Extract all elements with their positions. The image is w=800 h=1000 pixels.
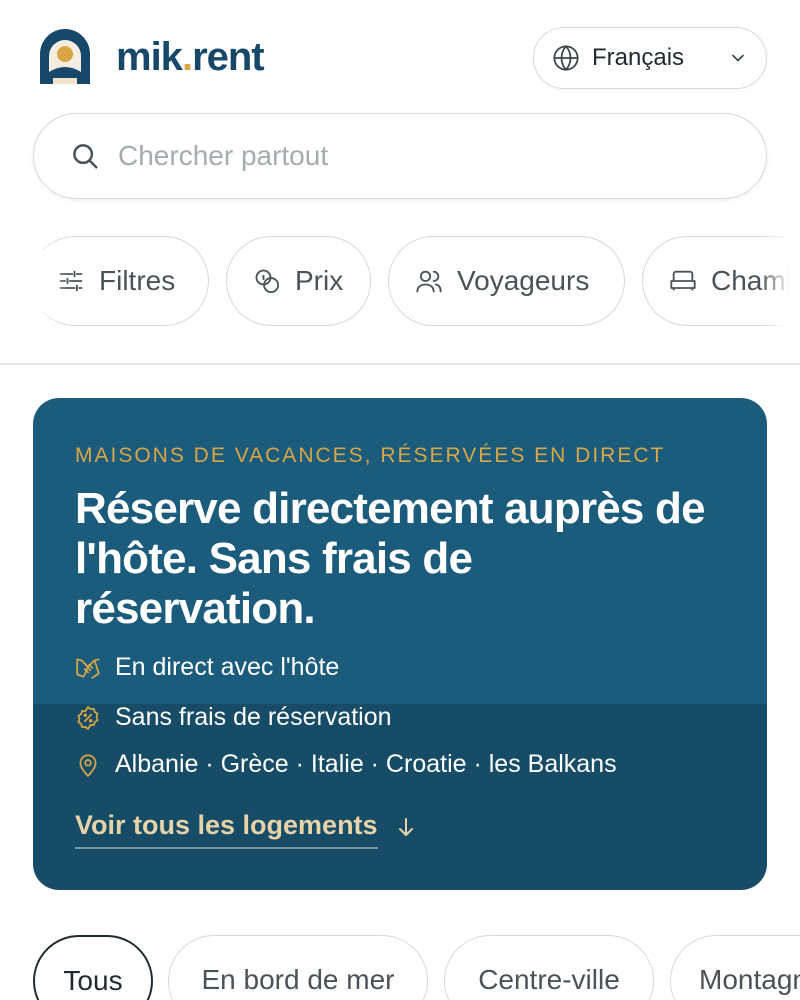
hero-card: MAISONS DE VACANCES, RÉSERVÉES EN DIRECT… [33,398,767,890]
hero-headline: Réserve directement auprès de l'hôte. Sa… [75,484,706,633]
hero-feature-text: En direct avec l'hôte [115,653,340,681]
category-chip-montagne[interactable]: Montagne [670,935,800,1000]
filter-chip-label: Voyageurs [457,265,590,296]
chevron-down-icon [732,54,744,62]
logo-mark-icon [40,29,90,84]
brand-name-main: mik [116,35,183,79]
cta-label: Voir tous les logements [75,810,378,849]
scroll-fade-left [0,236,70,328]
hero-eyebrow: MAISONS DE VACANCES, RÉSERVÉES EN DIRECT [75,444,666,467]
filter-chip-voyageurs[interactable]: Voyageurs [388,236,625,326]
search-bar[interactable] [33,113,767,199]
language-selector[interactable]: Français [533,27,767,89]
hero-feature-destinations: Albanie · Grèce · Italie · Croatie · les… [75,750,617,779]
scroll-fade-right [760,236,800,328]
brand-logo[interactable]: mik.rent [36,28,265,86]
category-bar: Tous En bord de mer Centre-ville Montagn… [0,935,800,1000]
category-chip-centre-ville[interactable]: Centre-ville [444,935,654,1000]
discount-badge-icon [77,705,99,730]
filter-chip-prix[interactable]: Prix [226,236,371,326]
brand-name-suffix: rent [192,35,265,79]
search-input[interactable] [118,140,730,172]
filter-chip-label: Filtres [99,265,176,296]
brand-name-dot: . [181,35,193,79]
brand-name: mik.rent [116,35,265,79]
language-label: Français [592,44,685,71]
users-icon [416,270,442,293]
coins-icon [255,269,280,294]
category-chip-tous[interactable]: Tous [33,935,153,1000]
header: mik.rent Français [0,0,800,110]
hero-feature-text: Sans frais de réservation [115,703,392,731]
hero-feature-text: Albanie · Grèce · Italie · Croatie · les… [115,750,617,778]
view-all-listings-link[interactable]: Voir tous les logements [75,810,418,849]
arrow-down-icon [398,817,413,836]
divider [0,363,800,365]
map-pin-icon [79,753,97,777]
globe-icon [553,45,579,71]
category-chip-bord-de-mer[interactable]: En bord de mer [168,935,428,1000]
hero-feature-nofees: Sans frais de réservation [75,703,392,732]
bed-icon [670,270,696,291]
hero-feature-direct: En direct avec l'hôte [75,653,339,682]
handshake-icon [76,657,100,679]
filter-chip-label: Prix [295,265,344,296]
filter-bar: Filtres Prix Voyageurs Chambres [0,236,800,328]
search-icon [73,144,98,169]
